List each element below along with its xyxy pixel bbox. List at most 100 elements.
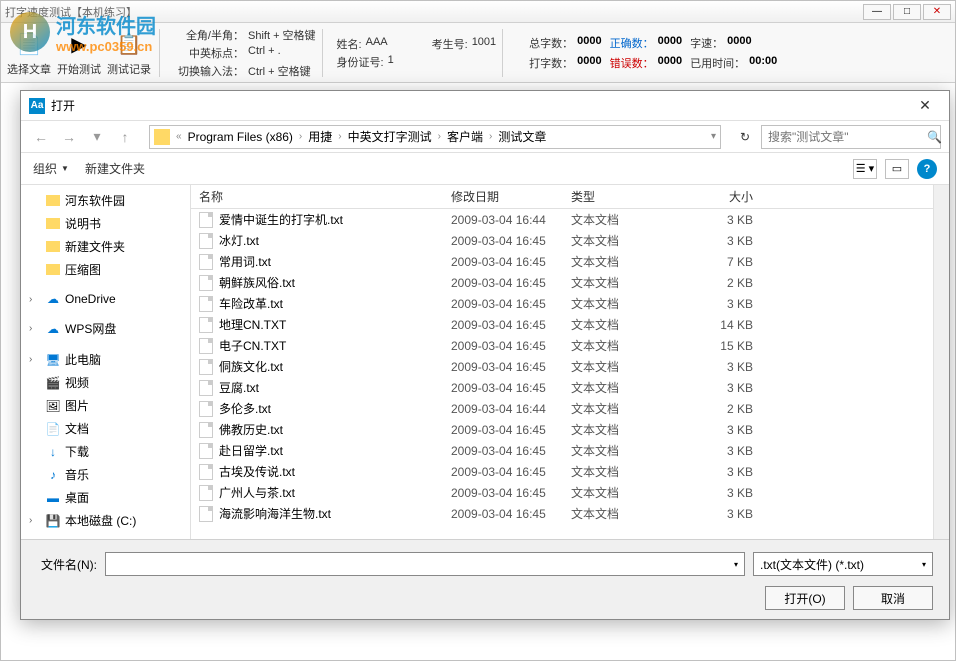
- filename-field[interactable]: [112, 557, 734, 572]
- divider: [159, 29, 160, 77]
- shortcut-info: 全角/半角：Shift + 空格键 中英标点：Ctrl + . 切换输入法：Ct…: [174, 27, 316, 79]
- organize-button[interactable]: 组织 ▼: [33, 160, 69, 177]
- sidebar: 河东软件园说明书新建文件夹压缩图 ›☁OneDrive ›☁WPS网盘 ›🖥此电脑🎬视…: [21, 185, 191, 539]
- file-header: 名称 修改日期 类型 大小: [191, 185, 933, 209]
- tree-item[interactable]: ♪音乐: [21, 463, 190, 486]
- window-controls: — □ ✕: [863, 4, 951, 20]
- tree-item[interactable]: 新建文件夹: [21, 235, 190, 258]
- nav-forward-button[interactable]: →: [57, 125, 81, 149]
- file-row[interactable]: 赴日留学.txt 2009-03-04 16:45 文本文档 3 KB: [191, 440, 933, 461]
- tree-item[interactable]: ↓下载: [21, 440, 190, 463]
- file-row[interactable]: 地理CN.TXT 2009-03-04 16:45 文本文档 14 KB: [191, 314, 933, 335]
- view-preview-button[interactable]: ▭: [885, 159, 909, 179]
- maximize-button[interactable]: □: [893, 4, 921, 20]
- file-icon: [199, 401, 213, 417]
- open-button[interactable]: 打开(O): [765, 586, 845, 610]
- tree-item[interactable]: 🖼图片: [21, 394, 190, 417]
- file-row[interactable]: 豆腐.txt 2009-03-04 16:45 文本文档 3 KB: [191, 377, 933, 398]
- refresh-button[interactable]: ↻: [733, 125, 757, 149]
- tree-item[interactable]: 河东软件园: [21, 189, 190, 212]
- breadcrumb-item[interactable]: Program Files (x86): [184, 130, 297, 144]
- file-row[interactable]: 多伦多.txt 2009-03-04 16:44 文本文档 2 KB: [191, 398, 933, 419]
- tree-item[interactable]: 🎬视频: [21, 371, 190, 394]
- search-input[interactable]: [768, 130, 923, 144]
- breadcrumb-item[interactable]: 客户端: [443, 128, 487, 145]
- view-list-button[interactable]: ☰ ▾: [853, 159, 877, 179]
- logo-icon: H: [10, 12, 50, 52]
- cancel-button[interactable]: 取消: [853, 586, 933, 610]
- folder-icon: [154, 129, 170, 145]
- search-icon: 🔍: [927, 130, 942, 144]
- tree-item[interactable]: ▬桌面: [21, 486, 190, 509]
- file-row[interactable]: 海流影响海洋生物.txt 2009-03-04 16:45 文本文档 3 KB: [191, 503, 933, 524]
- tree-item[interactable]: ›🖥此电脑: [21, 348, 190, 371]
- nav-up-button[interactable]: ↑: [113, 125, 137, 149]
- tree-item[interactable]: 压缩图: [21, 258, 190, 281]
- file-row[interactable]: 电子CN.TXT 2009-03-04 16:45 文本文档 15 KB: [191, 335, 933, 356]
- watermark: H 河东软件园 www.pc0359.cn: [10, 10, 156, 54]
- file-row[interactable]: 车险改革.txt 2009-03-04 16:45 文本文档 3 KB: [191, 293, 933, 314]
- breadcrumb-item[interactable]: 测试文章: [494, 128, 550, 145]
- file-icon: [199, 485, 213, 501]
- header-type[interactable]: 类型: [571, 188, 681, 205]
- filename-input[interactable]: ▾: [105, 552, 745, 576]
- stats-panel: 总字数：0000 正确数：0000 字速：0000 打字数：0000 错误数：0…: [529, 35, 777, 71]
- breadcrumb-item[interactable]: 用捷: [304, 128, 336, 145]
- newfolder-button[interactable]: 新建文件夹: [85, 160, 145, 177]
- open-file-dialog: Aa 打开 ✕ ← → ▾ ↑ « Program Files (x86)› 用…: [20, 90, 950, 620]
- search-box[interactable]: 🔍: [761, 125, 941, 149]
- divider: [322, 29, 323, 77]
- tree-item[interactable]: ›☁WPS网盘: [21, 317, 190, 340]
- file-icon: [199, 233, 213, 249]
- file-icon: [199, 275, 213, 291]
- nav-back-button[interactable]: ←: [29, 125, 53, 149]
- file-row[interactable]: 古埃及传说.txt 2009-03-04 16:45 文本文档 3 KB: [191, 461, 933, 482]
- dialog-nav: ← → ▾ ↑ « Program Files (x86)› 用捷› 中英文打字…: [21, 121, 949, 153]
- dialog-title-text: 打开: [51, 97, 75, 114]
- file-row[interactable]: 朝鲜族风俗.txt 2009-03-04 16:45 文本文档 2 KB: [191, 272, 933, 293]
- file-row[interactable]: 爱情中诞生的打字机.txt 2009-03-04 16:44 文本文档 3 KB: [191, 209, 933, 230]
- file-row[interactable]: 冰灯.txt 2009-03-04 16:45 文本文档 3 KB: [191, 230, 933, 251]
- file-row[interactable]: 常用词.txt 2009-03-04 16:45 文本文档 7 KB: [191, 251, 933, 272]
- filter-select[interactable]: .txt(文本文件) (*.txt) ▾: [753, 552, 933, 576]
- header-name[interactable]: 名称: [191, 188, 451, 205]
- tree-item[interactable]: ›💾本地磁盘 (C:): [21, 509, 190, 532]
- file-row[interactable]: 广州人与茶.txt 2009-03-04 16:45 文本文档 3 KB: [191, 482, 933, 503]
- close-button[interactable]: ✕: [923, 4, 951, 20]
- dialog-footer: 文件名(N): ▾ .txt(文本文件) (*.txt) ▾ 打开(O) 取消: [21, 539, 949, 619]
- file-icon: [199, 380, 213, 396]
- file-icon: [199, 254, 213, 270]
- dialog-body: 河东软件园说明书新建文件夹压缩图 ›☁OneDrive ›☁WPS网盘 ›🖥此电脑🎬视…: [21, 185, 949, 539]
- file-icon: [199, 296, 213, 312]
- tree-item[interactable]: ›☁OneDrive: [21, 289, 190, 309]
- help-button[interactable]: ?: [917, 159, 937, 179]
- header-size[interactable]: 大小: [681, 188, 761, 205]
- tree-item[interactable]: 说明书: [21, 212, 190, 235]
- file-icon: [199, 212, 213, 228]
- file-icon: [199, 317, 213, 333]
- file-row[interactable]: 佛教历史.txt 2009-03-04 16:45 文本文档 3 KB: [191, 419, 933, 440]
- file-icon: [199, 422, 213, 438]
- file-area: 名称 修改日期 类型 大小 爱情中诞生的打字机.txt 2009-03-04 1…: [191, 185, 933, 539]
- breadcrumb-dropdown[interactable]: ▾: [711, 131, 716, 142]
- dialog-close-button[interactable]: ✕: [909, 95, 941, 117]
- file-icon: [199, 338, 213, 354]
- divider: [502, 29, 503, 77]
- dialog-titlebar: Aa 打开 ✕: [21, 91, 949, 121]
- file-icon: [199, 464, 213, 480]
- file-icon: [199, 359, 213, 375]
- breadcrumb-item[interactable]: 中英文打字测试: [344, 128, 436, 145]
- file-icon: [199, 443, 213, 459]
- nav-dropdown-button[interactable]: ▾: [85, 125, 109, 149]
- breadcrumb[interactable]: « Program Files (x86)› 用捷› 中英文打字测试› 客户端›…: [149, 125, 721, 149]
- file-row[interactable]: 侗族文化.txt 2009-03-04 16:45 文本文档 3 KB: [191, 356, 933, 377]
- dialog-icon: Aa: [29, 98, 45, 114]
- minimize-button[interactable]: —: [863, 4, 891, 20]
- tree-item[interactable]: 📄文档: [21, 417, 190, 440]
- user-info: 姓名:AAA考生号:1001 身份证号:1: [337, 36, 497, 70]
- dialog-toolbar: 组织 ▼ 新建文件夹 ☰ ▾ ▭ ?: [21, 153, 949, 185]
- file-list: 爱情中诞生的打字机.txt 2009-03-04 16:44 文本文档 3 KB…: [191, 209, 933, 539]
- header-date[interactable]: 修改日期: [451, 188, 571, 205]
- chevron-down-icon[interactable]: ▾: [734, 560, 738, 569]
- scrollbar-vertical[interactable]: [933, 185, 949, 539]
